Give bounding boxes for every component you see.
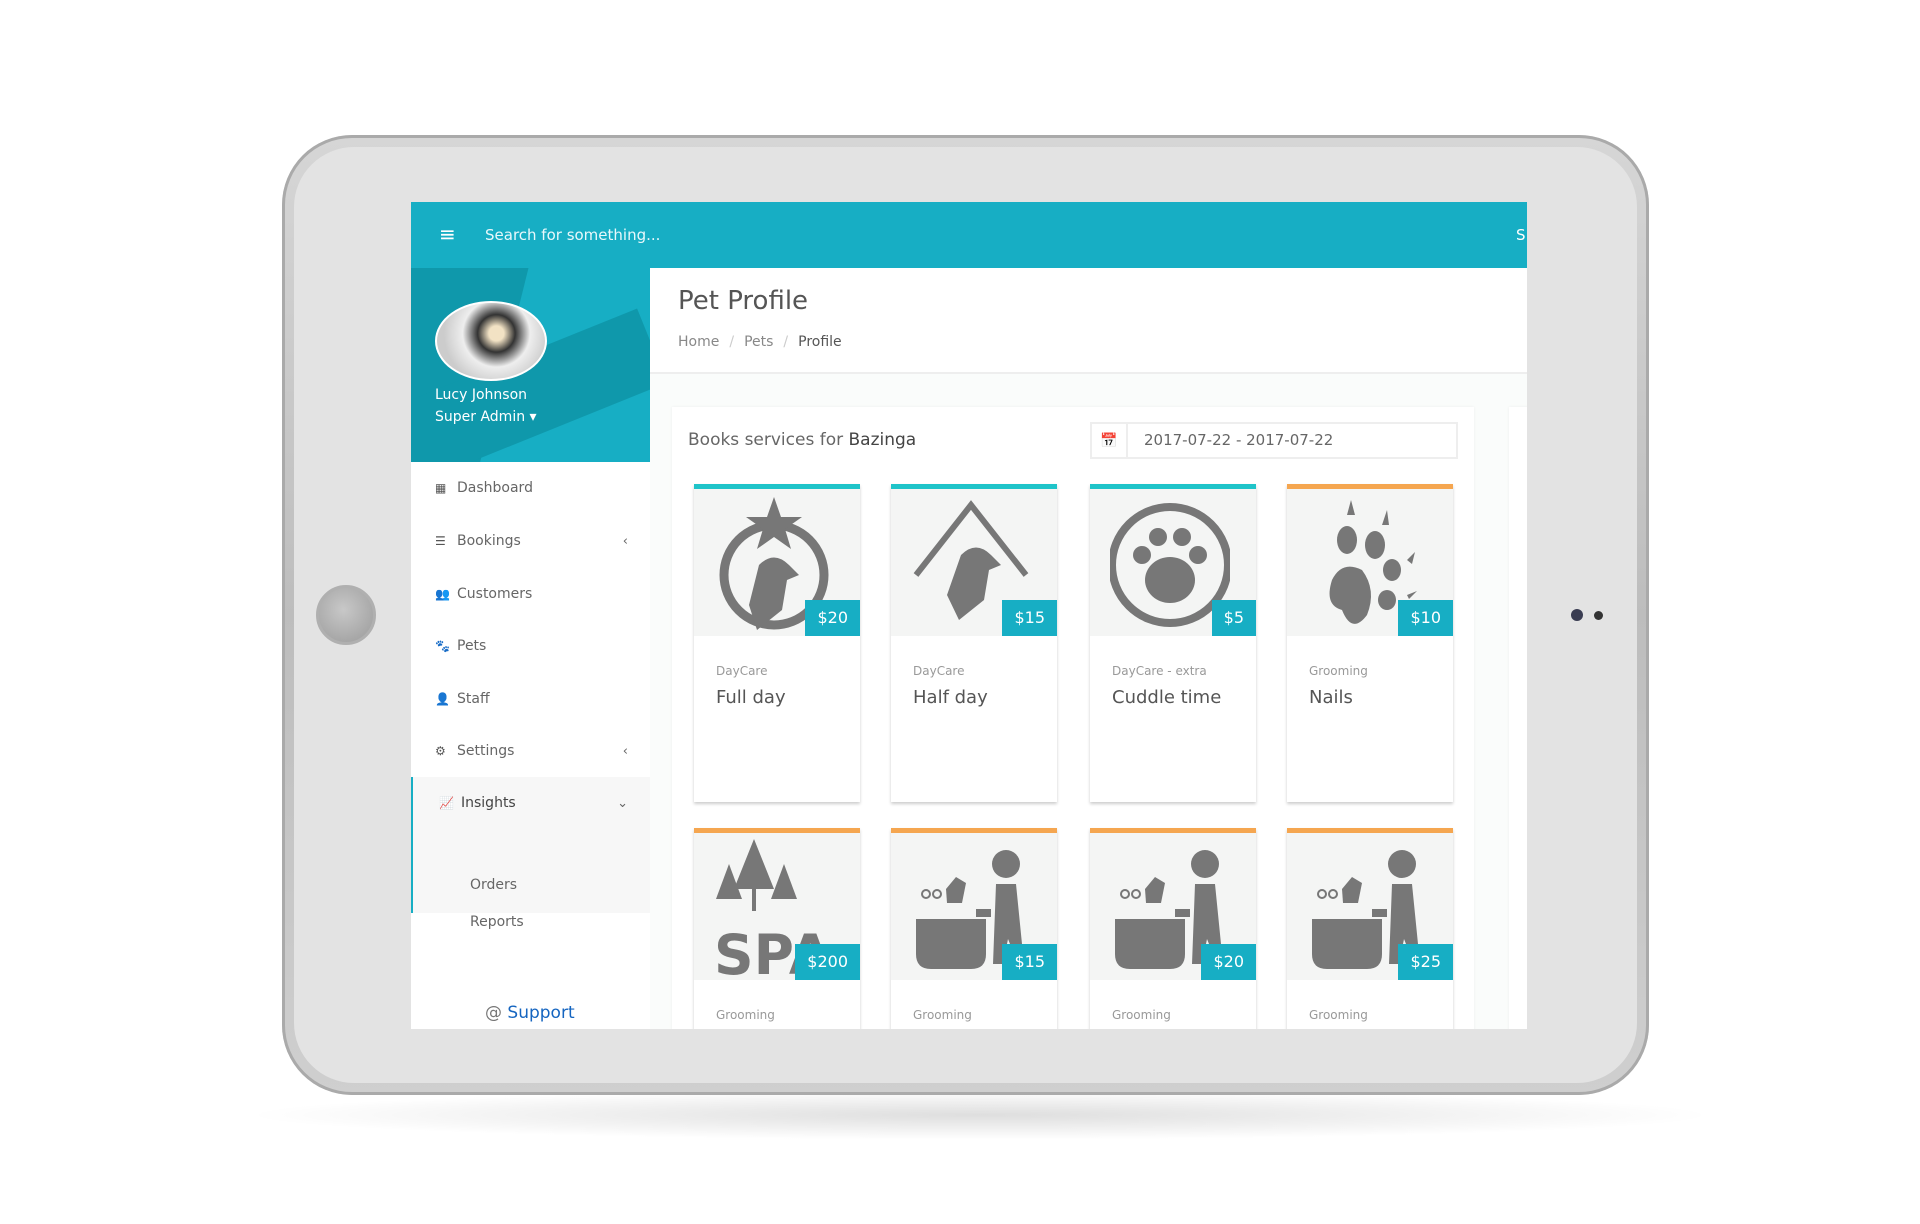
service-category: DayCare	[913, 664, 965, 678]
service-category: DayCare	[716, 664, 768, 678]
service-image: $20	[1090, 833, 1256, 980]
breadcrumb: Home / Pets / Profile	[678, 334, 842, 350]
calendar-icon[interactable]: 📅	[1092, 424, 1128, 457]
price-badge: $25	[1398, 944, 1453, 980]
service-image: $5	[1090, 489, 1256, 636]
service-image: $20	[694, 489, 860, 636]
service-category: Grooming	[1112, 1008, 1171, 1022]
sidebar-item-label: Bookings	[457, 533, 521, 549]
service-image: $15	[891, 833, 1057, 980]
users-icon: 👥	[435, 587, 450, 601]
service-card[interactable]: $15 DayCare Half day	[891, 484, 1057, 802]
price-badge: $5	[1211, 600, 1256, 636]
service-category: DayCare - extra	[1112, 664, 1207, 678]
date-range-picker[interactable]: 📅 2017-07-22 - 2017-07-22	[1090, 422, 1458, 459]
service-category: Grooming	[716, 1008, 775, 1022]
sidebar-item-insights[interactable]: 📈 Insights ⌄	[411, 783, 650, 823]
sidebar-item-label: Staff	[457, 691, 490, 707]
page-title: Pet Profile	[678, 286, 809, 316]
device-shadow	[240, 1090, 1720, 1140]
avatar[interactable]	[435, 301, 547, 381]
pet-name: Bazinga	[848, 430, 917, 450]
home-button	[316, 585, 376, 645]
breadcrumb-pets[interactable]: Pets	[744, 334, 773, 350]
support-label: Support	[507, 1003, 575, 1023]
service-category: Grooming	[1309, 1008, 1368, 1022]
chevron-icon[interactable]: ⌄	[617, 796, 628, 811]
sidebar-item-label: Customers	[457, 586, 533, 602]
service-image: $10	[1287, 489, 1453, 636]
sidebar-item-label: Settings	[457, 743, 515, 759]
cogs-icon: ⚙	[435, 744, 446, 758]
service-card[interactable]: $20 Grooming	[1090, 828, 1256, 1029]
service-category: Grooming	[913, 1008, 972, 1022]
search-input[interactable]: Search for something...	[485, 226, 660, 244]
service-image: $15	[891, 489, 1057, 636]
sidebar-item-label: Dashboard	[457, 480, 533, 496]
user-icon: 👤	[435, 692, 450, 706]
price-badge: $20	[1201, 944, 1256, 980]
hamburger-menu-icon[interactable]: ≡	[439, 222, 456, 246]
sidebar-item-dashboard[interactable]: ▦ Dashboard	[411, 468, 650, 508]
sidebar: Lucy Johnson Super Admin ▾ ▦ Dashboard ☰ Bo…	[411, 268, 650, 1029]
camera-icon	[1571, 609, 1583, 621]
sensor-icon	[1594, 611, 1603, 620]
app-screen: ≡ Search for something... S Lucy Johnson…	[411, 202, 1527, 1029]
sidebar-item-pets[interactable]: 🐾 Pets	[411, 626, 650, 666]
service-name: Half day	[913, 687, 988, 708]
service-image: SPA $200	[694, 833, 860, 980]
support-link[interactable]: @ Support	[485, 1002, 575, 1024]
service-card[interactable]: $10 Grooming Nails	[1287, 484, 1453, 802]
panel-title: Books services for Bazinga	[688, 430, 916, 450]
sidebar-item-staff[interactable]: 👤 Staff	[411, 679, 650, 719]
sidebar-subitem-orders[interactable]: Orders	[470, 877, 517, 893]
chevron-icon[interactable]: ‹	[623, 534, 628, 549]
side-panel	[1509, 407, 1527, 1029]
service-card[interactable]: $15 Grooming	[891, 828, 1057, 1029]
service-image: $25	[1287, 833, 1453, 980]
breadcrumb-profile: Profile	[798, 334, 842, 350]
price-badge: $20	[805, 600, 860, 636]
list-icon: ☰	[435, 534, 446, 548]
price-badge: $10	[1398, 600, 1453, 636]
line-chart-icon: 📈	[439, 796, 454, 810]
sidebar-item-customers[interactable]: 👥 Customers	[411, 574, 650, 614]
profile-panel: Lucy Johnson Super Admin ▾	[411, 268, 650, 462]
service-name: Nails	[1309, 687, 1353, 708]
price-badge: $15	[1002, 600, 1057, 636]
th-large-icon: ▦	[435, 481, 447, 495]
chevron-icon[interactable]: ‹	[623, 744, 628, 759]
sidebar-subitem-reports[interactable]: Reports	[470, 914, 524, 930]
price-badge: $200	[795, 944, 860, 980]
user-name: Lucy Johnson	[435, 387, 528, 403]
user-role-dropdown[interactable]: Super Admin ▾	[435, 409, 537, 425]
service-card[interactable]: $25 Grooming	[1287, 828, 1453, 1029]
service-name: Cuddle time	[1112, 687, 1222, 708]
services-panel: Books services for Bazinga 📅 2017-07-22 …	[672, 407, 1474, 1029]
sidebar-item-bookings[interactable]: ☰ Bookings ‹	[411, 521, 650, 561]
panel-title-prefix: Books services for	[688, 430, 844, 450]
main-content: Pet Profile Home / Pets / Profile Books serv…	[650, 268, 1527, 1029]
date-range-value[interactable]: 2017-07-22 - 2017-07-22	[1128, 424, 1333, 457]
service-card[interactable]: $5 DayCare - extra Cuddle time	[1090, 484, 1256, 802]
sidebar-item-label: Pets	[457, 638, 487, 654]
service-category: Grooming	[1309, 664, 1368, 678]
service-card[interactable]: $20 DayCare Full day	[694, 484, 860, 802]
page-header: Pet Profile Home / Pets / Profile	[650, 268, 1527, 374]
sidebar-item-settings[interactable]: ⚙ Settings ‹	[411, 731, 650, 771]
breadcrumb-home[interactable]: Home	[678, 334, 719, 350]
topbar-right-text: S	[1516, 226, 1526, 244]
at-icon: @	[485, 1003, 502, 1023]
sidebar-item-label: Insights	[461, 795, 516, 811]
top-bar: ≡ Search for something... S	[411, 202, 1527, 268]
paw-icon: 🐾	[435, 639, 450, 653]
service-name: Full day	[716, 687, 786, 708]
service-card[interactable]: SPA $200 Grooming	[694, 828, 860, 1029]
price-badge: $15	[1002, 944, 1057, 980]
